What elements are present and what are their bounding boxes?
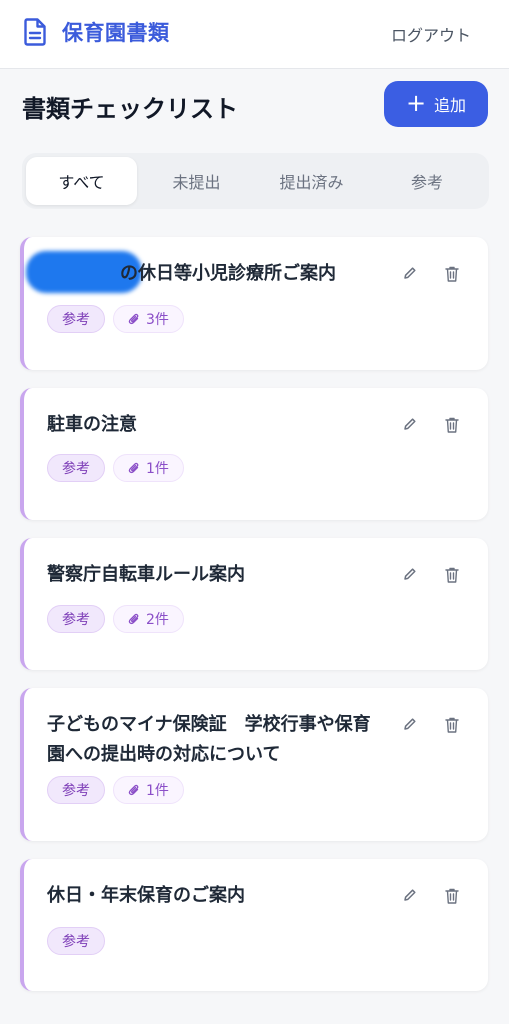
paperclip-icon	[128, 784, 139, 796]
category-badge: 参考	[47, 305, 105, 333]
badge-group: 参考 3件	[47, 305, 184, 333]
document-card[interactable]: 駐車の注意 参考 1件	[20, 388, 488, 520]
app-title: 保育園書類	[62, 21, 170, 45]
trash-icon[interactable]	[444, 566, 460, 584]
badge-group: 参考 1件	[47, 776, 184, 804]
document-title: 子どものマイナ保険証 学校行事や保育園への提出時の対応について	[47, 714, 371, 765]
document-title: の休日等小児診療所ご案内	[120, 263, 336, 284]
tab-submitted[interactable]: 提出済み	[256, 157, 367, 205]
category-badge: 参考	[47, 776, 105, 804]
add-button-label: 追加	[434, 96, 467, 115]
pencil-icon[interactable]	[402, 716, 418, 732]
document-card[interactable]: 警察庁自転車ルール案内 参考 2件	[20, 538, 488, 670]
app-header: 保育園書類 ログアウト	[0, 0, 509, 69]
trash-icon[interactable]	[444, 265, 460, 283]
attachment-count: 2件	[146, 612, 169, 628]
logout-button[interactable]: ログアウト	[391, 22, 471, 46]
plus-icon: +	[405, 89, 427, 117]
trash-icon[interactable]	[444, 887, 460, 905]
trash-icon[interactable]	[444, 716, 460, 734]
badge-group: 参考 1件	[47, 454, 184, 482]
tab-all[interactable]: すべて	[26, 157, 137, 205]
attachment-badge: 2件	[113, 605, 184, 633]
category-badge: 参考	[47, 605, 105, 633]
pencil-icon[interactable]	[402, 416, 418, 432]
attachment-badge: 3件	[113, 305, 184, 333]
document-title: 駐車の注意	[47, 414, 137, 435]
attachment-badge: 1件	[113, 776, 184, 804]
page-title: 書類チェックリスト	[22, 95, 238, 123]
pencil-icon[interactable]	[402, 887, 418, 903]
badge-group: 参考 2件	[47, 605, 184, 633]
document-title: 警察庁自転車ルール案内	[47, 564, 245, 585]
trash-icon[interactable]	[444, 416, 460, 434]
paperclip-icon	[128, 313, 139, 325]
document-title: 休日・年末保育のご案内	[47, 885, 245, 906]
paperclip-icon	[128, 613, 139, 625]
document-icon	[24, 18, 46, 46]
attachment-badge: 1件	[113, 454, 184, 482]
category-badge: 参考	[47, 454, 105, 482]
tab-reference[interactable]: 参考	[371, 157, 483, 205]
document-card[interactable]: 休日・年末保育のご案内 参考	[20, 859, 488, 991]
filter-tabs: すべて 未提出 提出済み 参考	[22, 153, 489, 209]
attachment-count: 3件	[146, 312, 169, 328]
pencil-icon[interactable]	[402, 265, 418, 281]
document-card[interactable]: 子どものマイナ保険証 学校行事や保育園への提出時の対応について 参考 1件	[20, 688, 488, 841]
pencil-icon[interactable]	[402, 566, 418, 582]
attachment-count: 1件	[146, 461, 169, 477]
add-button[interactable]: + 追加	[384, 81, 488, 127]
paperclip-icon	[128, 462, 139, 474]
category-badge: 参考	[47, 927, 105, 955]
tab-not-submitted[interactable]: 未提出	[141, 157, 252, 205]
document-card[interactable]: の休日等小児診療所ご案内 参考 3件	[20, 237, 488, 370]
attachment-count: 1件	[146, 783, 169, 799]
badge-group: 参考	[47, 927, 105, 955]
